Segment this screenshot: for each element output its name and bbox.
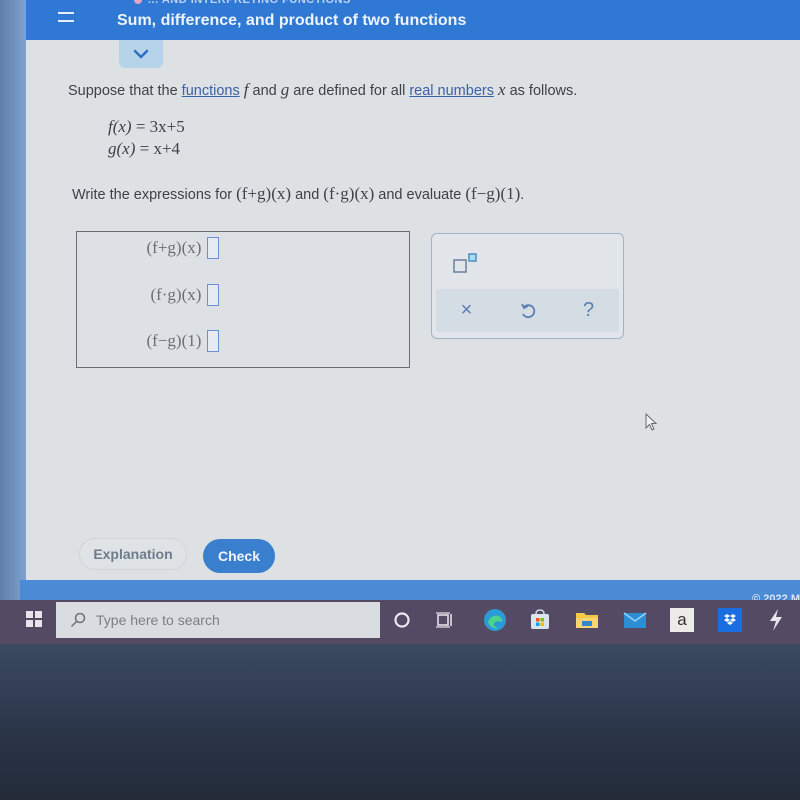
answer-input-difference[interactable]: [207, 330, 219, 352]
answer-label: (f−g)(1): [146, 331, 202, 350]
edge-icon: [484, 609, 506, 631]
definition-lhs: f(x): [108, 117, 132, 136]
check-button[interactable]: Check: [203, 539, 275, 573]
intro-and: and: [248, 83, 281, 99]
instruction-text: Write the expressions for (f+g)(x) and (…: [72, 184, 524, 204]
windows-start-icon: [26, 611, 42, 627]
file-explorer-button[interactable]: [573, 606, 601, 634]
help-button[interactable]: ?: [569, 295, 609, 327]
definition-rhs: = 3x+5: [135, 117, 185, 136]
definition-lhs: g(x): [108, 139, 136, 158]
undo-icon: [520, 303, 535, 318]
question-content: Suppose that the functions f and g are d…: [26, 0, 800, 600]
store-button[interactable]: [526, 606, 554, 634]
taskbar-search-input[interactable]: Type here to search: [56, 602, 380, 638]
edge-button[interactable]: [481, 606, 509, 634]
answer-label: (f·g)(x): [150, 285, 202, 304]
definition-rhs: = x+4: [139, 139, 181, 158]
store-icon: [531, 609, 549, 629]
mail-button[interactable]: [621, 606, 649, 634]
task-view-button[interactable]: [432, 606, 460, 634]
intro-mid: are defined for all: [289, 83, 410, 99]
footer-bar: [20, 580, 800, 600]
superscript-button[interactable]: [452, 252, 480, 276]
toolbox-actions: × ?: [436, 289, 619, 332]
explanation-button[interactable]: Explanation: [79, 538, 187, 570]
expr-sum: (f+g)(x): [236, 184, 292, 203]
function-definitions: f(x) = 3x+5 g(x) = x+4: [108, 116, 185, 160]
file-explorer-icon: [576, 613, 598, 628]
answer-input-sum[interactable]: [207, 237, 219, 259]
mail-icon: [623, 612, 647, 628]
search-placeholder: Type here to search: [96, 612, 220, 628]
definition-g: g(x) = x+4: [108, 138, 185, 160]
question-intro: Suppose that the functions f and g are d…: [68, 80, 577, 100]
answer-label: (f+g)(x): [146, 238, 202, 257]
answer-input-product[interactable]: [207, 284, 219, 306]
desk-surface: [0, 644, 800, 800]
amazon-icon: a: [670, 608, 694, 632]
start-button[interactable]: [12, 602, 56, 636]
clear-button[interactable]: ×: [447, 295, 487, 327]
math-toolbox: × ?: [431, 233, 624, 339]
screen: ... AND INTERPRETING FUNCTIONS Sum, diff…: [0, 0, 800, 648]
amazon-letter: a: [677, 610, 687, 629]
amazon-button[interactable]: a: [668, 606, 696, 634]
instruction-part: and evaluate: [374, 187, 466, 203]
instruction-part: .: [520, 187, 525, 203]
superscript-icon: [453, 253, 477, 273]
close-icon: ×: [460, 299, 473, 321]
task-view-icon: [436, 612, 452, 628]
instruction-part: Write the expressions for: [72, 187, 237, 203]
real-numbers-link[interactable]: real numbers: [409, 83, 494, 99]
left-sidebar-strip: [0, 0, 26, 600]
definition-f: f(x) = 3x+5: [108, 116, 185, 138]
cortana-icon: [394, 612, 410, 628]
dropbox-button[interactable]: [716, 606, 744, 634]
app-icon: [770, 609, 782, 631]
var-g: g: [280, 80, 290, 99]
var-x: x: [498, 80, 506, 99]
help-icon: ?: [582, 299, 595, 321]
mouse-cursor-icon: [645, 413, 658, 431]
intro-text: Suppose that the: [68, 83, 182, 99]
expr-difference: (f−g)(1): [465, 184, 521, 203]
expr-product: (f·g)(x): [323, 184, 375, 203]
answer-panel: (f+g)(x)= (f·g)(x)= (f−g)(1)=: [76, 231, 410, 368]
cortana-button[interactable]: [388, 606, 416, 634]
search-icon: [70, 612, 86, 628]
functions-link[interactable]: functions: [182, 83, 240, 99]
windows-taskbar: Type here to search a: [0, 600, 800, 644]
undo-button[interactable]: [508, 295, 548, 327]
app-window: ... AND INTERPRETING FUNCTIONS Sum, diff…: [26, 0, 800, 600]
app-button[interactable]: [762, 606, 790, 634]
dropbox-icon: [718, 608, 742, 632]
intro-after: as follows.: [505, 83, 578, 99]
instruction-part: and: [291, 187, 324, 203]
